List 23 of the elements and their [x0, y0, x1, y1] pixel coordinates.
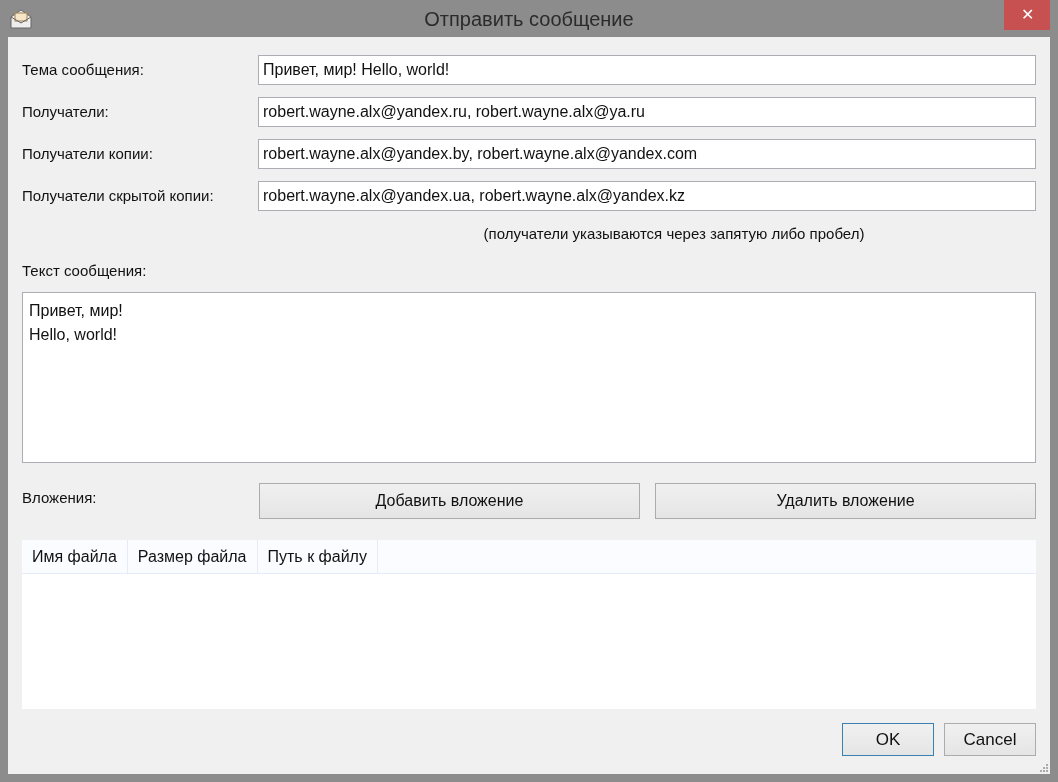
attachments-label: Вложения: [22, 488, 98, 508]
dialog-button[interactable]: Cancel [944, 723, 1036, 756]
resize-grip-icon [1040, 764, 1048, 772]
field-label: Получатели: [22, 101, 110, 122]
text-field[interactable]: robert.wayne.alx@yandex.ua, robert.wayne.alx@yandex.kz [258, 181, 1036, 211]
message-label: Текст сообщения: [22, 260, 147, 281]
field-label: Тема сообщения: [22, 59, 145, 80]
text-field[interactable]: robert.wayne.alx@yandex.by, robert.wayne.alx@yandex.com [258, 139, 1036, 169]
hint-text: (получатели указываются через запятую либо пробел) [483, 224, 865, 244]
close-button[interactable]: ✕ [1004, 0, 1050, 30]
window-title: Отправить сообщение [424, 6, 634, 32]
field-label: Получатели копии: [22, 143, 154, 164]
message-field[interactable]: Привет, мир! Hello, world! [22, 292, 1036, 463]
attachment-button[interactable]: Добавить вложение [259, 483, 640, 519]
column-header[interactable]: Размер файла [127, 540, 258, 573]
text-field[interactable]: robert.wayne.alx@yandex.ru, robert.wayne.alx@ya.ru [258, 97, 1036, 127]
text-field[interactable]: Привет, мир! Hello, world! [258, 55, 1036, 85]
column-header[interactable]: Путь к файлу [257, 540, 378, 573]
column-header[interactable]: Имя файла [22, 540, 128, 573]
field-label: Получатели скрытой копии: [22, 185, 215, 206]
dialog-button[interactable]: OK [842, 723, 934, 756]
attachment-button[interactable]: Удалить вложение [655, 483, 1036, 519]
envelope-icon [10, 9, 32, 29]
